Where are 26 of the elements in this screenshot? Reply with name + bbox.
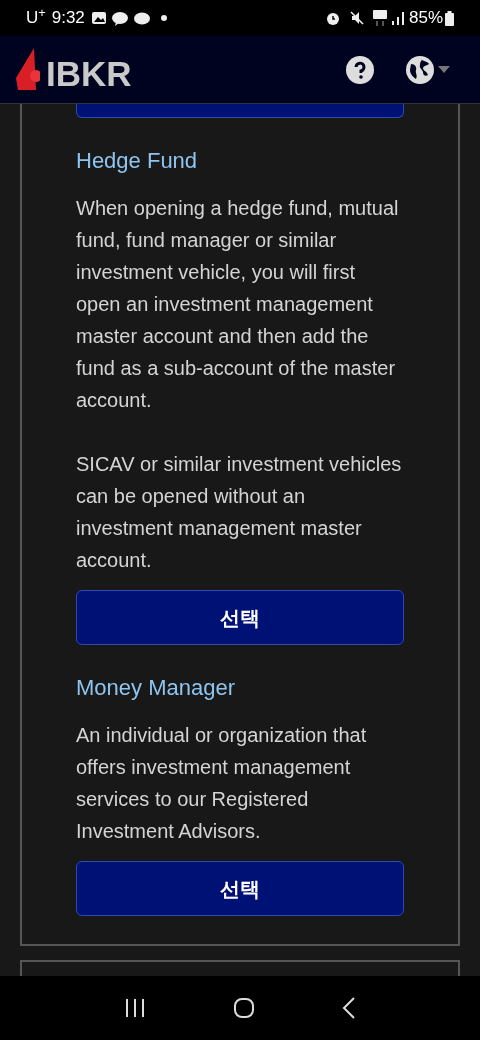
select-button[interactable]: 선택	[76, 590, 404, 645]
battery-icon	[445, 10, 454, 26]
globe-icon[interactable]	[406, 55, 434, 84]
help-icon[interactable]	[346, 55, 374, 84]
message-icon	[132, 10, 151, 26]
logo-text[interactable]: IBKR	[46, 56, 132, 91]
dropdown-caret-icon[interactable]	[438, 66, 450, 73]
description-text: When opening a hedge fund, mutual fund, fund manager or similar investment vehicle, you will first open an investment management master account and then add the fund as a sub-account of the master account.	[76, 196, 400, 413]
signal-icon	[390, 11, 405, 25]
section-title: Money Manager	[76, 674, 236, 702]
logo-icon[interactable]	[14, 47, 40, 92]
battery-level: 85%	[408, 7, 443, 30]
select-button[interactable]: 선택	[76, 861, 404, 916]
chat-bubble-icon	[110, 10, 129, 26]
gallery-icon	[90, 11, 107, 25]
clock: 9:32	[51, 7, 85, 30]
back-icon[interactable]	[342, 996, 357, 1020]
mute-icon	[348, 10, 365, 26]
home-icon[interactable]	[233, 997, 255, 1019]
carrier-label: U$^{+}$	[26, 5, 46, 30]
section-title: Hedge Fund	[76, 147, 199, 175]
recent-apps-icon[interactable]	[123, 997, 146, 1019]
description-text: SICAV or similar investment vehicles can be opened without an investment management master account.	[76, 452, 403, 573]
description-text: An individual or organization that offers investment management services to our Registered Investment Advisors.	[76, 723, 368, 844]
dot-icon	[160, 15, 167, 21]
alarm-icon	[324, 10, 341, 26]
